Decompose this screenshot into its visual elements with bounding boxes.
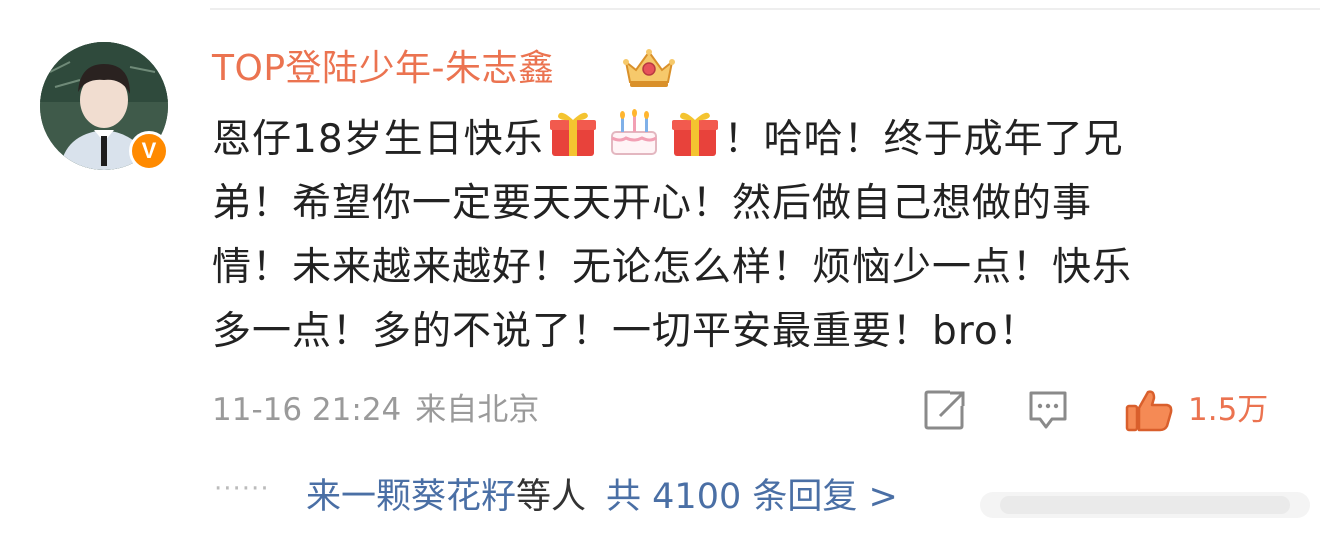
like-count: 1.5万 <box>1188 392 1269 428</box>
reply-others: 等人 <box>516 477 587 517</box>
comment-icon[interactable] <box>1026 388 1070 432</box>
like-icon[interactable] <box>1124 388 1174 432</box>
post-location: 来自北京 <box>415 392 540 428</box>
share-icon[interactable] <box>922 388 968 432</box>
post-meta: 11-16 21:24 来自北京 <box>212 390 553 430</box>
content-line-3: 情！未来越来越好！无论怎么样！烦恼少一点！快乐 <box>212 245 1133 290</box>
watermark-icon <box>980 492 1310 518</box>
content-line-4: 多一点！多的不说了！一切平安最重要！bro！ <box>212 309 1039 354</box>
post-date: 11-16 21:24 <box>212 392 402 428</box>
verified-badge: V <box>129 131 169 171</box>
post-content: 恩仔18岁生日快乐 ！哈哈！终于成年了兄 弟！希望你一定要天天开心！然后做自己想… <box>212 108 1272 364</box>
username[interactable]: TOP登陆少年-朱志鑫 <box>212 46 555 92</box>
content-text-1a: 恩仔18岁生日快乐 <box>212 117 544 162</box>
reply-dots-icon: ······ <box>214 474 270 504</box>
content-text-1b: ！哈哈！终于成年了兄 <box>723 117 1124 162</box>
crown-badge-icon <box>623 49 675 87</box>
gift-emoji-icon <box>671 112 718 156</box>
reply-user[interactable]: 来一颗葵花籽 <box>306 477 516 517</box>
reply-count-link[interactable]: 共 4100 条回复 > <box>606 477 898 517</box>
reply-summary[interactable]: 来一颗葵花籽等人共 4100 条回复 > <box>306 474 898 520</box>
gift-emoji-icon <box>549 112 596 156</box>
cake-emoji-icon <box>610 109 657 155</box>
content-line-1: 恩仔18岁生日快乐 ！哈哈！终于成年了兄 <box>212 108 1272 172</box>
top-divider <box>210 8 1320 10</box>
content-line-2: 弟！希望你一定要天天开心！然后做自己想做的事 <box>212 181 1093 226</box>
